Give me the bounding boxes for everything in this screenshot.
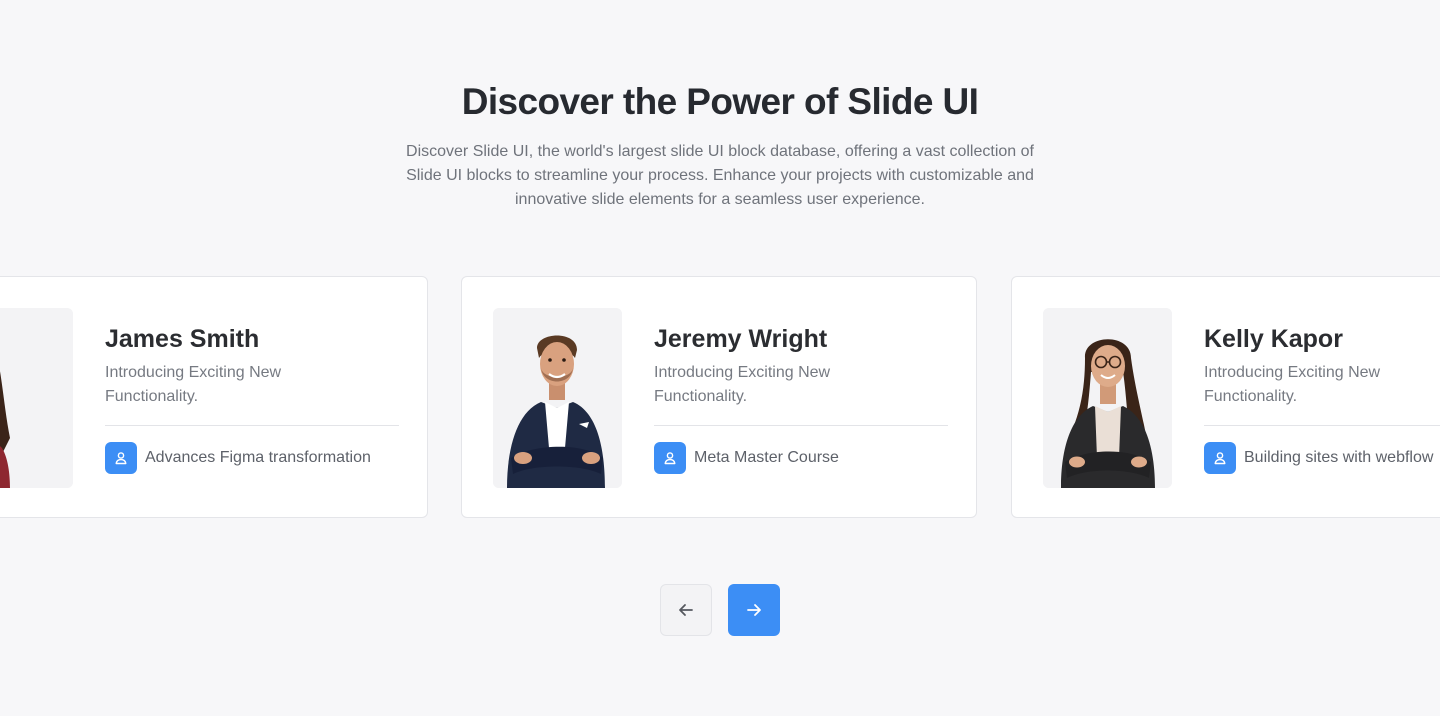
- profile-card[interactable]: Kelly Kapor Introducing Exciting New Fun…: [1011, 276, 1440, 518]
- person-tagline: Introducing Exciting New Functionality.: [654, 364, 831, 405]
- person-name: Jeremy Wright: [654, 325, 828, 353]
- section-description: Discover Slide UI, the world's largest s…: [406, 143, 1034, 208]
- course-label: Meta Master Course: [694, 449, 839, 466]
- user-icon: [654, 442, 686, 474]
- person-tagline: Introducing Exciting New Functionality.: [1204, 364, 1381, 405]
- arrow-left-icon: [679, 604, 693, 616]
- divider: [1204, 425, 1440, 426]
- course-label: Building sites with webflow: [1244, 449, 1434, 466]
- profile-card[interactable]: Jeremy Wright Introducing Exciting New F…: [461, 276, 977, 518]
- user-icon: [1204, 442, 1236, 474]
- course-link[interactable]: Building sites with webflow: [1204, 442, 1440, 474]
- section-title: Discover the Power of Slide UI: [461, 81, 979, 122]
- man-in-navy-suit-photo: [493, 308, 622, 488]
- course-label: Advances Figma transformation: [145, 449, 371, 466]
- profile-photo: [493, 308, 622, 488]
- profile-info: James Smith Introducing Exciting New Fun…: [105, 321, 399, 474]
- divider: [654, 425, 948, 426]
- divider: [105, 425, 399, 426]
- person-name: Kelly Kapor: [1204, 325, 1343, 353]
- user-icon: [105, 442, 137, 474]
- slider-track: James Smith Introducing Exciting New Fun…: [0, 276, 1440, 520]
- person-name: James Smith: [105, 325, 260, 353]
- profile-photo: [0, 308, 73, 488]
- arrow-right-icon: [747, 604, 761, 616]
- woman-in-red-blazer-photo: [0, 308, 73, 488]
- course-link[interactable]: Meta Master Course: [654, 442, 948, 474]
- profile-card[interactable]: James Smith Introducing Exciting New Fun…: [0, 276, 428, 518]
- person-tagline: Introducing Exciting New Functionality.: [105, 364, 282, 405]
- profile-photo: [1043, 308, 1172, 488]
- testimonial-slider-section: Discover the Power of Slide UI Discover …: [0, 0, 1440, 716]
- profile-info: Kelly Kapor Introducing Exciting New Fun…: [1204, 321, 1440, 474]
- woman-with-glasses-photo: [1043, 308, 1172, 488]
- profile-info: Jeremy Wright Introducing Exciting New F…: [654, 321, 948, 474]
- course-link[interactable]: Advances Figma transformation: [105, 442, 399, 474]
- next-slide-button[interactable]: [728, 584, 780, 636]
- prev-slide-button[interactable]: [660, 584, 712, 636]
